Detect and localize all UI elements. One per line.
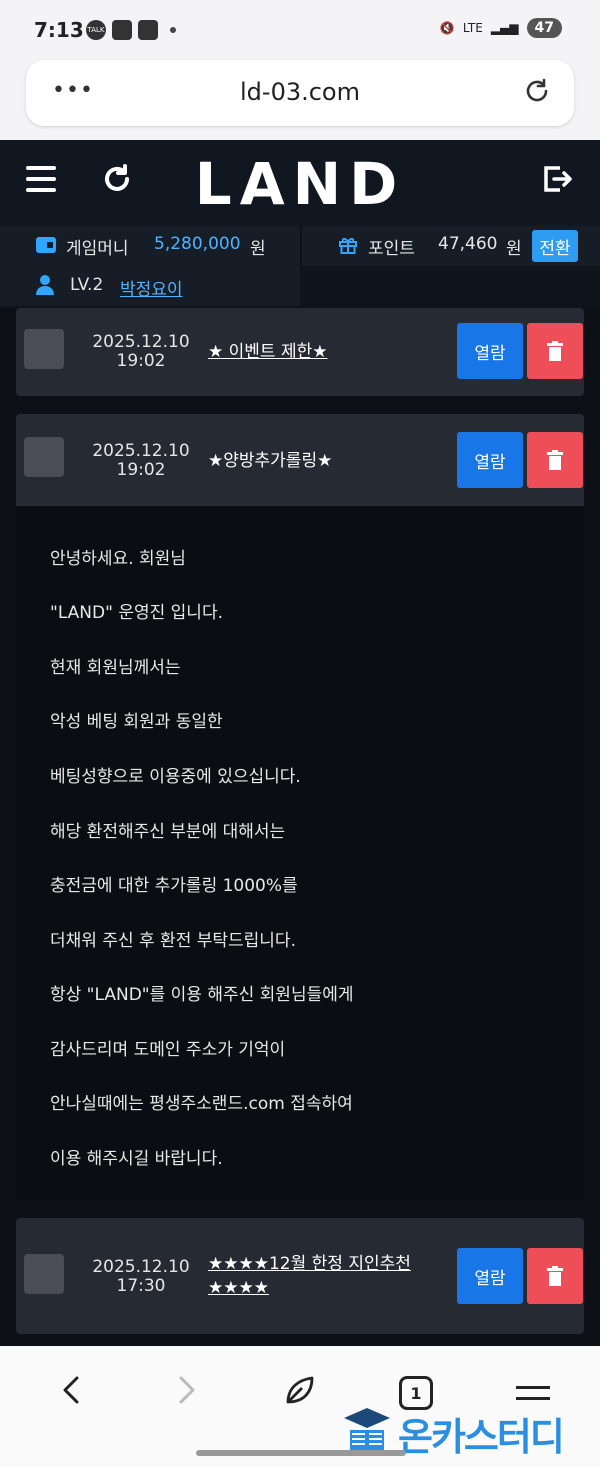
message-date: 2025.12.10 19:02 [92, 332, 190, 371]
body-line: 베팅성향으로 이용중에 있으십니다. [50, 767, 301, 787]
user-nickname[interactable]: 박정요이 [120, 275, 183, 300]
browser-nav-bar: 1 온카스터디 [0, 1346, 600, 1467]
trash-icon [547, 450, 563, 470]
message-checkbox[interactable] [24, 1254, 64, 1294]
user-info: LV.2 박정요이 [0, 266, 300, 306]
trash-icon [547, 341, 563, 361]
message-row: 2025.12.10 17:30 ★★★★12월 한정 지인추천★★★★ 열람 [16, 1218, 584, 1334]
address-bar[interactable]: ••• ld-03.com [26, 60, 574, 126]
point-label: 포인트 [368, 239, 415, 259]
body-line: 더채워 주신 후 환전 부탁드립니다. [50, 931, 296, 951]
message-title[interactable]: ★양방추가롤링★ [208, 449, 453, 473]
message-date: 2025.12.10 19:02 [92, 441, 190, 480]
message-body: 안녕하세요. 회원님 "LAND" 운영진 입니다. 현재 회원님께서는 악성 … [16, 506, 584, 1200]
open-button[interactable]: 열람 [457, 432, 523, 488]
network-label: LTE [462, 21, 483, 35]
reload-icon[interactable] [522, 76, 552, 106]
body-line: 이용 해주시길 바랍니다. [50, 1149, 223, 1169]
app-icon [112, 20, 132, 40]
message-row: 2025.12.10 19:02 ★ 이벤트 제한★ 열람 [16, 308, 584, 396]
pay-icon [138, 20, 158, 40]
home-icon[interactable] [280, 1370, 320, 1410]
body-line: 감사드리며 도메인 주소가 기억이 [50, 1040, 286, 1060]
points: 포인트 47,460 원 전환 [300, 226, 600, 266]
money-label: 게임머니 [66, 239, 129, 259]
money-value: 5,280,000 [154, 234, 241, 254]
watermark: 온카스터디 [340, 1402, 592, 1459]
body-line: 충전금에 대한 추가롤링 1000%를 [50, 876, 298, 896]
message-title[interactable]: ★★★★12월 한정 지인추천★★★★ [208, 1252, 453, 1300]
message-date: 2025.12.10 17:30 [92, 1257, 190, 1296]
site-header: LAND [0, 140, 600, 226]
game-money: 게임머니 5,280,000 원 [0, 226, 300, 266]
forward-icon[interactable] [166, 1370, 206, 1410]
money-unit: 원 [250, 239, 266, 259]
watermark-text: 온카스터디 [398, 1415, 565, 1459]
body-line: 항상 "LAND"를 이용 해주신 회원님들에게 [50, 985, 354, 1005]
body-line: 현재 회원님께서는 [50, 658, 181, 678]
site-logo[interactable]: LAND [0, 150, 600, 218]
message-row-expanded: 2025.12.10 19:02 ★양방추가롤링★ 열람 [16, 414, 584, 506]
back-icon[interactable] [52, 1370, 92, 1410]
convert-button[interactable]: 전환 [532, 230, 578, 262]
battery-icon: 47 [526, 18, 562, 38]
user-level: LV.2 [70, 275, 104, 295]
body-line: 안나실때에는 평생주소랜드.com 접속하여 [50, 1094, 353, 1114]
account-bar: 게임머니 5,280,000 원 포인트 47,460 원 전환 [0, 226, 600, 266]
signal-icon: ▂▄▆ [490, 21, 519, 35]
open-button[interactable]: 열람 [457, 323, 523, 379]
url-text[interactable]: ld-03.com [26, 78, 574, 106]
body-line: "LAND" 운영진 입니다. [50, 603, 223, 623]
graduation-cap-icon [344, 1408, 390, 1450]
gift-icon [339, 237, 357, 254]
delete-button[interactable] [527, 323, 583, 379]
message-checkbox[interactable] [24, 437, 64, 477]
system-icons: 🔇 LTE ▂▄▆ 47 [440, 18, 562, 38]
mute-icon: 🔇 [439, 21, 455, 35]
point-unit: 원 [506, 239, 522, 259]
open-button[interactable]: 열람 [457, 1248, 523, 1304]
body-line: 해당 환전해주신 부분에 대해서는 [50, 822, 286, 842]
wallet-icon [36, 237, 56, 253]
notification-icons: TALK [86, 20, 176, 40]
logout-icon[interactable] [540, 162, 574, 196]
user-icon [36, 275, 54, 295]
browser-toolbar: ••• ld-03.com [0, 60, 600, 140]
point-value: 47,460 [438, 234, 498, 254]
status-time: 7:13 [34, 18, 84, 42]
status-bar: 7:13 TALK 🔇 LTE ▂▄▆ 47 [0, 0, 600, 60]
talk-icon: TALK [86, 20, 106, 40]
delete-button[interactable] [527, 1248, 583, 1304]
body-line: 악성 베팅 회원과 동일한 [50, 712, 223, 732]
user-bar: LV.2 박정요이 [0, 266, 600, 308]
body-line: 안녕하세요. 회원님 [50, 549, 186, 569]
more-notifications-icon [170, 27, 176, 33]
trash-icon [547, 1266, 563, 1286]
home-indicator[interactable] [196, 1450, 406, 1456]
message-checkbox[interactable] [24, 329, 64, 369]
message-title[interactable]: ★ 이벤트 제한★ [208, 340, 453, 364]
delete-button[interactable] [527, 432, 583, 488]
